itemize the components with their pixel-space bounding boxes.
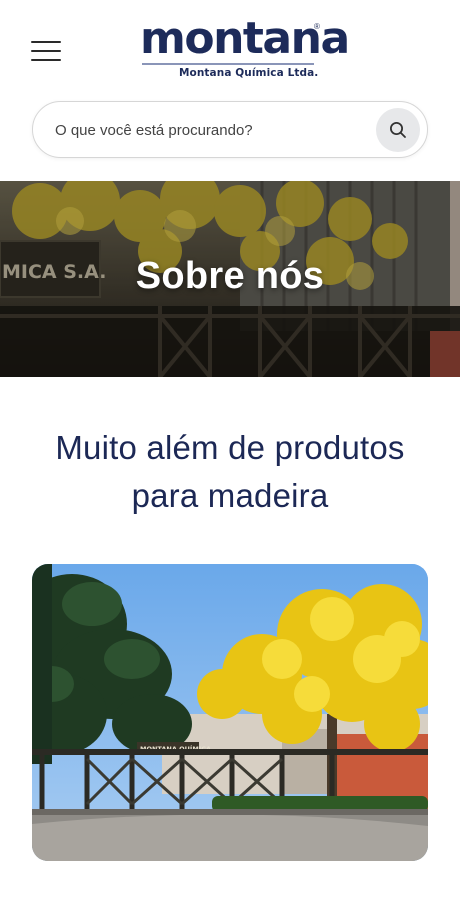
search-input[interactable] (55, 119, 365, 141)
search-icon (390, 122, 406, 138)
registered-mark: ® (314, 22, 320, 31)
site-header: montana ® Montana Química Ltda. (0, 0, 460, 92)
search-bar (32, 101, 428, 158)
section-heading: Muito além de produtos para madeira (20, 424, 440, 520)
logo-underline (142, 63, 314, 65)
entrance-illustration: MONTANA QUÍMICA (32, 564, 428, 861)
heading-line-1: Muito além de produtos (55, 429, 405, 466)
page: montana ® Montana Química Ltda. O que vo… (0, 0, 460, 909)
heading-line-2: para madeira (131, 477, 329, 514)
menu-bar (31, 41, 61, 43)
hamburger-menu-icon[interactable] (28, 36, 64, 66)
company-entrance-photo: MONTANA QUÍMICA (32, 564, 428, 861)
brand-subtitle: Montana Química Ltda. (179, 67, 319, 79)
brand-logo[interactable]: montana ® Montana Química Ltda. (140, 16, 350, 82)
hero-banner: MICA S.A. Sobre nós (0, 181, 460, 377)
hero-title: Sobre nós (135, 255, 325, 297)
search-button[interactable] (376, 108, 420, 152)
menu-bar (31, 59, 61, 61)
menu-bar (31, 50, 61, 52)
